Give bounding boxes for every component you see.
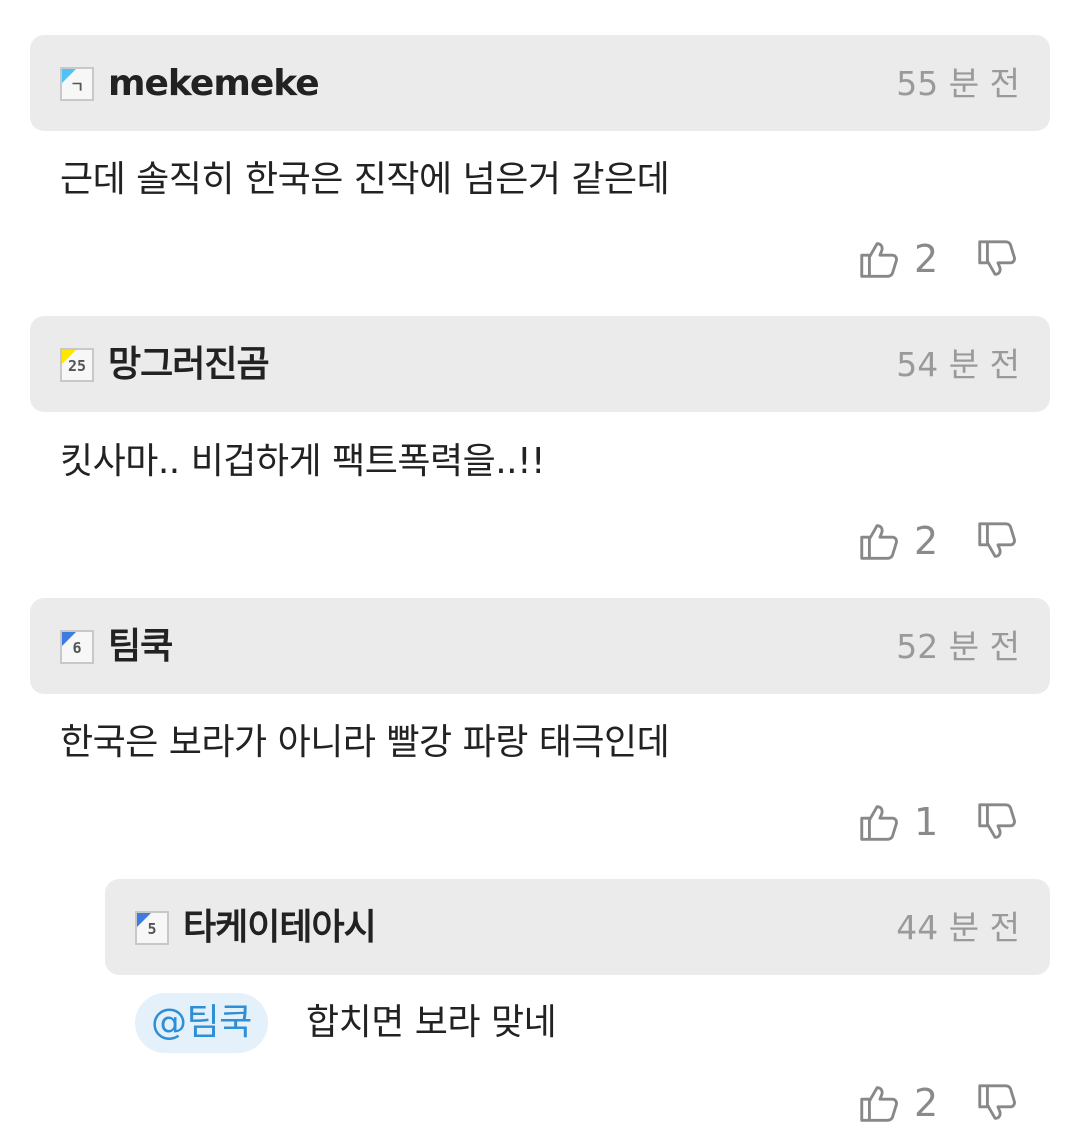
comment-text: 근데 솔직히 한국은 진작에 넘은거 같은데 (60, 159, 670, 200)
level-badge-icon: ㄱ (60, 67, 94, 101)
thumbs-up-icon[interactable] (856, 236, 902, 282)
comment-author[interactable]: 타케이테아시 (183, 906, 377, 950)
level-badge-icon: 5 (135, 911, 169, 945)
comment-time: 54 분 전 (896, 345, 1020, 384)
comment-text: 한국은 보라가 아니라 빨강 파랑 태극인데 (60, 722, 670, 763)
comment-header: 5 타케이테아시 44 분 전 (105, 879, 1050, 975)
comment-time: 52 분 전 (896, 627, 1020, 666)
level-number: 5 (147, 920, 157, 938)
comment-actions: 1 (856, 799, 1036, 849)
level-badge-icon: 6 (60, 630, 94, 664)
thumbs-up-icon[interactable] (856, 1080, 902, 1126)
comment-time: 55 분 전 (896, 64, 1020, 103)
comment-actions: 2 (856, 518, 1036, 568)
thumbs-down-icon[interactable] (974, 799, 1020, 845)
level-number: ㄱ (70, 78, 84, 96)
level-number: 6 (72, 639, 82, 657)
comment-author[interactable]: 팀쿡 (108, 625, 173, 669)
comment-author[interactable]: 망그러진곰 (108, 343, 270, 387)
thumbs-down-icon[interactable] (974, 236, 1020, 282)
comment-header: ㄱ mekemeke 55 분 전 (30, 35, 1050, 131)
thumbs-up-icon[interactable] (856, 518, 902, 564)
comment-actions: 2 (856, 1080, 1036, 1130)
comment-text: 킷사마.. 비겁하게 팩트폭력을..!! (60, 441, 545, 482)
like-count: 2 (914, 519, 939, 563)
comment-header: 25 망그러진곰 54 분 전 (30, 316, 1050, 412)
comment-time: 44 분 전 (896, 908, 1020, 947)
like-count: 2 (914, 1081, 939, 1125)
like-count: 1 (914, 800, 939, 844)
level-number: 25 (67, 357, 87, 375)
like-count: 2 (914, 237, 939, 281)
comment-actions: 2 (856, 236, 1036, 286)
level-badge-icon: 25 (60, 348, 94, 382)
comment-header: 6 팀쿡 52 분 전 (30, 598, 1050, 694)
mention-tag[interactable]: @팀쿡 (135, 993, 268, 1053)
thumbs-down-icon[interactable] (974, 518, 1020, 564)
comment-text: 합치면 보라 맞네 (306, 1002, 557, 1043)
comment-author[interactable]: mekemeke (108, 62, 320, 106)
thumbs-up-icon[interactable] (856, 799, 902, 845)
thumbs-down-icon[interactable] (974, 1080, 1020, 1126)
